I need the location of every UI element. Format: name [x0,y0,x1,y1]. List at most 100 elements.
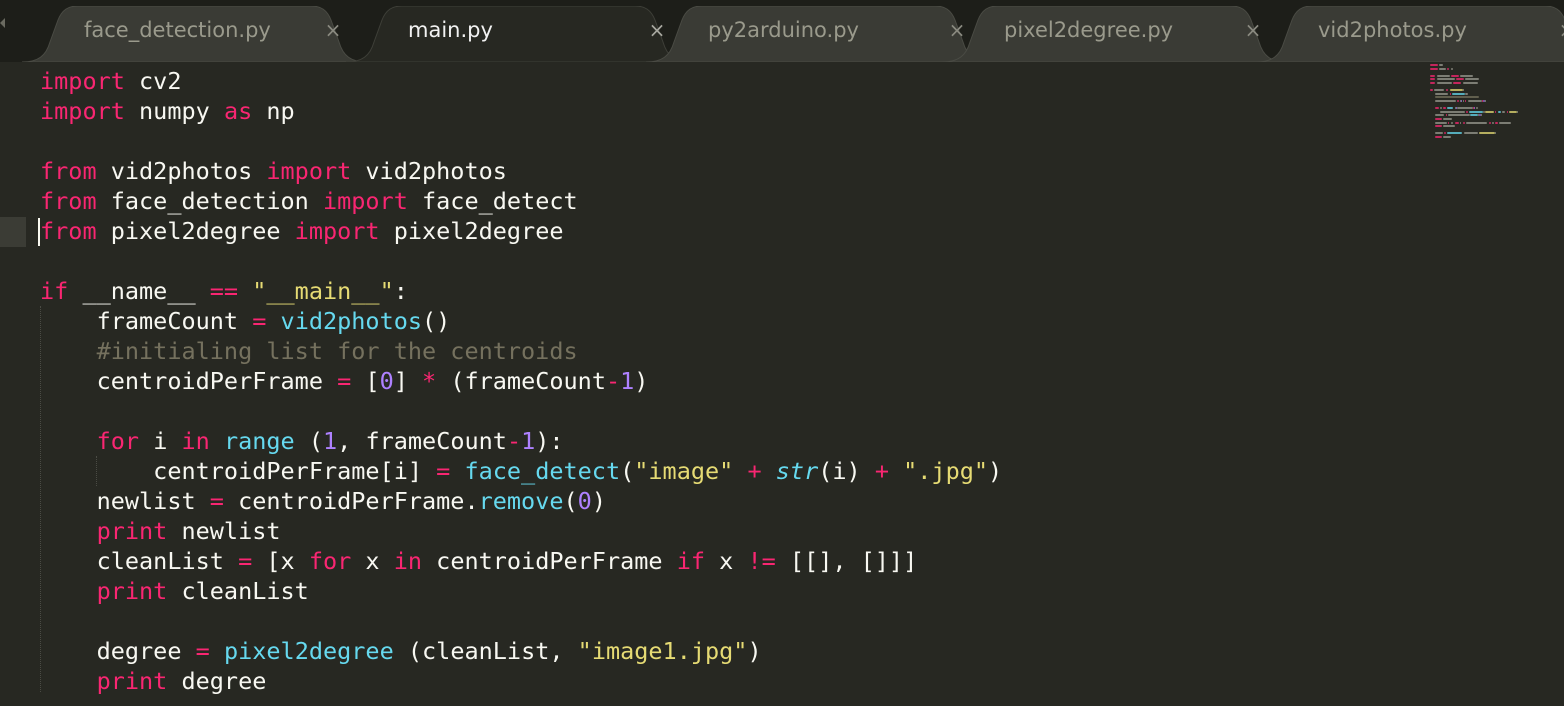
code-token: "image1.jpg" [577,637,748,665]
code-line: from pixel2degree import pixel2degree [40,216,564,246]
code-line: from vid2photos import vid2photos [40,156,507,186]
minimap-mark [1433,89,1445,92]
minimap-mark [1501,110,1506,113]
minimap-mark [1475,107,1479,110]
tab-shape [346,6,691,62]
code-token: = [209,487,224,515]
code-line: for i in range (1, frameCount-1): [40,426,564,456]
minimap-mark [1467,100,1482,102]
minimap-mark [1456,78,1464,81]
code-line: centroidPerFrame[i] = face_detect("image… [40,456,1002,486]
minimap[interactable] [1430,64,1560,174]
code-line: print newlist [40,516,281,546]
minimap-mark [1450,121,1454,124]
code-line: newlist = centroidPerFrame.remove(0) [40,486,606,516]
code-token: from [40,187,97,215]
tab-vid2photos-py[interactable]: vid2photos.py × [1256,6,1564,62]
code-area[interactable]: import cv2 import numpy as np from vid2pho… [0,62,1420,706]
tab-pixel2degree-py[interactable]: pixel2degree.py × [942,6,1287,62]
tab-close-icon[interactable]: × [1558,17,1564,43]
code-token: != [747,547,776,575]
code-token: print [96,667,168,695]
code-token: __name__ [68,277,210,305]
minimap-mark [1439,64,1443,66]
code-token: face_detect [407,187,578,215]
minimap-mark [1454,121,1459,124]
code-line: import cv2 [40,66,181,96]
code-token: for [96,427,140,455]
code-token: ( [563,487,578,515]
code-token: "image" [634,457,734,485]
minimap-mark [1457,107,1473,110]
minimap-mark [1450,74,1459,77]
code-token: #initialing list for the centroids [40,337,578,365]
tab-scroll-left-icon[interactable] [0,18,5,28]
code-token: newlist [40,487,210,515]
code-token: ) [747,637,762,665]
code-token: for [308,547,352,575]
code-token: centroidPerFrame [422,547,677,575]
code-token: range [223,427,295,455]
minimap-mark [1436,82,1453,84]
tab-close-icon[interactable]: × [324,17,342,43]
minimap-mark [1488,121,1492,124]
code-token: 1 [521,427,536,455]
code-token: centroidPerFrame. [223,487,479,515]
minimap-mark [1453,82,1462,84]
tab-label: py2arduino.py [708,18,859,42]
minimap-mark [1440,107,1442,110]
minimap-mark [1435,107,1440,110]
minimap-mark [1470,114,1479,117]
tab-face-detection-py[interactable]: face_detection.py × [22,6,367,62]
code-token: x [705,547,748,575]
code-token: 1 [323,427,338,455]
tab-label: main.py [408,18,493,42]
minimap-mark [1430,89,1433,92]
minimap-mark [1435,96,1480,99]
minimap-mark [1435,114,1445,117]
code-token: if [676,547,705,575]
indent-guide [40,306,41,692]
code-token: ) [988,457,1003,485]
code-line: from face_detection import face_detect [40,186,578,216]
minimap-mark [1435,92,1449,95]
code-line: centroidPerFrame = [0] * (frameCount-1) [40,366,649,396]
code-token: pixel2degree [96,217,295,245]
code-editor-window: face_detection.py × main.py × py2arduino.py ×… [0,0,1564,706]
code-token: ): [535,427,564,455]
minimap-mark [1484,100,1486,102]
code-token: ) [591,487,606,515]
tab-main-py[interactable]: main.py × [346,6,691,62]
minimap-mark [1484,110,1494,113]
code-token: import [294,217,380,245]
minimap-mark [1517,110,1519,113]
code-token: + [747,457,762,485]
minimap-mark [1430,64,1438,66]
minimap-mark [1440,110,1466,113]
code-token: np [252,97,295,125]
code-token: = [252,307,267,335]
code-token: - [605,367,621,395]
code-token: == [209,277,239,305]
code-token: (i) [818,457,875,485]
minimap-mark [1446,132,1463,135]
minimap-mark [1465,92,1468,95]
code-token: x [351,547,394,575]
minimap-mark [1449,92,1451,95]
tab-bar: face_detection.py × main.py × py2arduino.py ×… [0,0,1564,62]
code-token: vid2photos [280,307,423,335]
code-token: import [40,67,125,95]
code-token: * [422,367,437,395]
code-token: centroidPerFrame[i] [40,457,437,485]
tab-py2arduino-py[interactable]: py2arduino.py × [646,6,991,62]
minimap-mark [1444,132,1446,135]
code-token: import [322,187,408,215]
minimap-mark [1443,136,1451,138]
